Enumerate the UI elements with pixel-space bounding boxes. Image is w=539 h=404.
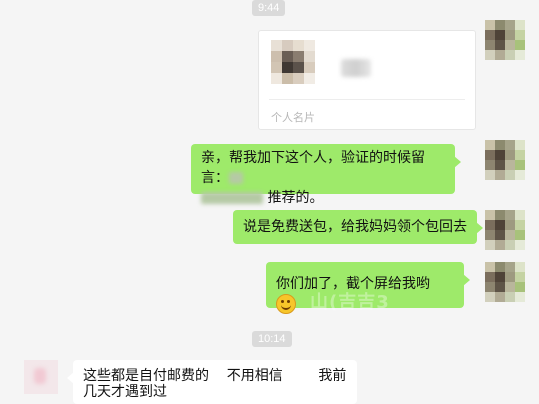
self-avatar[interactable] [485,140,525,180]
self-avatar[interactable] [485,20,525,60]
bubble-tail [454,156,461,168]
watermark: 山(吉吉3 [310,292,390,313]
incoming-message[interactable]: 这些都是自付邮费的 不用相信 我前 几天才遇到过 [67,360,357,404]
redacted-text [229,172,243,184]
card-divider [269,99,465,100]
message-text: 推荐的。 [201,188,445,208]
contact-name-redacted [341,59,371,77]
message-text: 亲，帮我加下这个人，验证的时候留言： [201,150,425,186]
bubble-tail [67,372,74,384]
smile-emoji-icon [276,294,296,314]
contact-avatar[interactable] [24,360,58,394]
outgoing-message[interactable]: 说是免费送包，给我妈妈领个包回去 [233,210,483,244]
self-avatar[interactable] [485,210,525,250]
timestamp: 9:44 [252,0,286,16]
bubble-tail [463,274,470,286]
redacted-text [201,192,263,204]
card-type-label: 个人名片 [271,111,315,124]
self-avatar[interactable] [485,262,525,302]
bubble-tail [476,222,483,234]
message-text: 几天才遇到过 [83,384,167,400]
message-text: 说是免费送包，给我妈妈领个包回去 [243,219,467,235]
timestamp: 10:14 [252,331,292,347]
message-text: 这些都是自付邮费的 不用相信 我前 [83,368,347,384]
contact-card[interactable]: 个人名片 [258,30,476,130]
outgoing-message[interactable]: 亲，帮我加下这个人，验证的时候留言： 推荐的。 [191,144,461,206]
contact-avatar [271,40,315,84]
